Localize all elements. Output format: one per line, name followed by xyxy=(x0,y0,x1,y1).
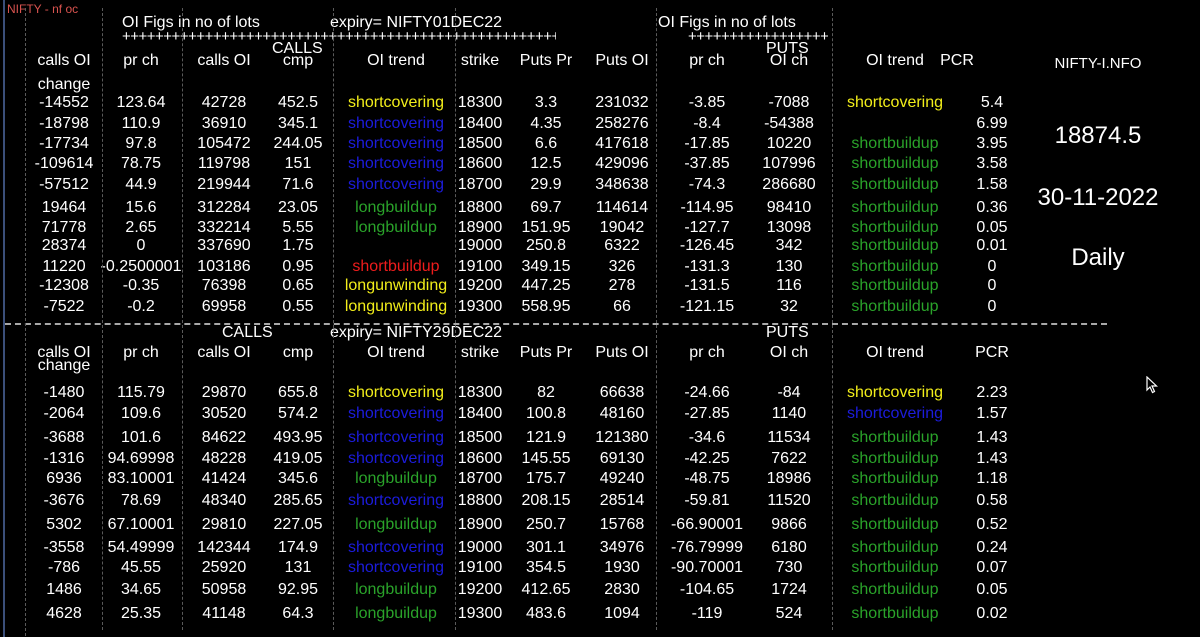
s2-cell-pcr: 0.07 xyxy=(976,559,1008,576)
column-separator xyxy=(656,330,657,630)
column-separator xyxy=(455,330,456,630)
s1-cell-pcr: 3.58 xyxy=(976,155,1008,172)
s2-cell-oi-ch: 730 xyxy=(775,559,803,576)
s2-cell-puts-oi-trend: shortbuildup xyxy=(851,470,939,487)
s1-cell-oi-ch: 13098 xyxy=(766,219,812,236)
s1-cell-oi-ch: -7088 xyxy=(768,94,810,111)
s1-cell-pcr: 0 xyxy=(987,298,997,315)
s1-cell-puts-oi-trend: shortbuildup xyxy=(851,237,939,254)
s2-cell-puts-oi-trend: shortbuildup xyxy=(851,516,939,533)
s2-cell-oi-ch: 11520 xyxy=(767,492,811,509)
s1-cell-cmp: 1.75 xyxy=(282,237,314,254)
s2-cell-puts-oi-trend: shortbuildup xyxy=(851,539,939,556)
s2-cell-puts-oi-trend: shortbuildup xyxy=(851,581,939,598)
s1-cell-pcr: 1.58 xyxy=(976,176,1008,193)
s2-cell-oi-ch: 524 xyxy=(775,605,803,622)
s2-cell-oi-ch: 7622 xyxy=(771,450,807,467)
s2-cell-pcr: 0.02 xyxy=(976,605,1008,622)
s2-puts-label: PUTS xyxy=(766,324,809,341)
s1-cell-puts-oi-trend: shortbuildup xyxy=(851,155,939,172)
column-separator xyxy=(182,330,183,630)
s2-cell-oi-ch: 6180 xyxy=(771,539,807,556)
s2-cell-pcr: 1.18 xyxy=(976,470,1008,487)
s2-cell-puts-oi-trend: shortbuildup xyxy=(851,450,939,467)
s2-header-change: change xyxy=(37,357,91,374)
s1-cell-oi-ch: 286680 xyxy=(762,176,816,193)
s2-cell-oi-ch: 18986 xyxy=(766,470,812,487)
column-separator xyxy=(333,330,334,630)
s2-header-pcr: PCR xyxy=(975,344,1009,361)
s1-cell-pcr: 0.05 xyxy=(976,219,1008,236)
s1-plus-divider-left: ++++++++++++++++++++++++++++++++++++++++… xyxy=(122,30,556,44)
s1-cell-oi-ch: 130 xyxy=(775,258,803,275)
section-divider xyxy=(5,323,1107,325)
column-separator xyxy=(102,8,103,328)
s1-cell-oi-ch: -54388 xyxy=(764,115,814,132)
s2-cell-puts-oi-trend: shortbuildup xyxy=(851,605,939,622)
s2-cell-pcr: 0.58 xyxy=(976,492,1008,509)
s2-cell-oi-ch: 9866 xyxy=(771,516,807,533)
s2-cell-puts-oi-trend: shortcovering xyxy=(846,384,944,401)
column-separator xyxy=(182,8,183,328)
s2-cell-pcr: 1.57 xyxy=(976,405,1008,422)
s1-cell-pcr: 0 xyxy=(987,258,997,275)
s1-cell-puts-oi-trend: shortbuildup xyxy=(851,176,939,193)
s1-cell-pcr: 0 xyxy=(987,277,997,294)
s2-cell-puts-oi-trend: shortbuildup xyxy=(851,559,939,576)
s1-cell-puts-oi-trend: shortcovering xyxy=(846,94,944,111)
s1-cell-pcr: 0.01 xyxy=(976,237,1008,254)
s2-header-puts-oi-trend: OI trend xyxy=(866,344,924,361)
column-separator xyxy=(333,8,334,328)
window-left-border xyxy=(3,0,5,637)
s1-cell-pcr: 5.4 xyxy=(980,94,1004,111)
s2-cell-oi-ch: 1140 xyxy=(771,405,807,422)
s1-cell-pcr: 0.36 xyxy=(976,199,1008,216)
s2-cell-oi-ch: -84 xyxy=(777,384,801,401)
s2-cell-pcr: 1.43 xyxy=(976,429,1008,446)
column-separator xyxy=(832,8,833,328)
s2-cell-pcr: 1.43 xyxy=(976,450,1008,467)
column-separator xyxy=(656,8,657,328)
s2-cell-pcr: 0.24 xyxy=(976,539,1008,556)
s2-calls-label: CALLS xyxy=(222,324,273,341)
s1-cell-pcr: 6.99 xyxy=(976,115,1008,132)
s1-cell-puts-oi-trend: shortbuildup xyxy=(851,298,939,315)
s1-cell-oi-ch: 342 xyxy=(775,237,803,254)
s1-cell-oi-ch: 116 xyxy=(776,277,802,294)
option-chain-window: NIFTY - nf oc OI Figs in no of lots expi… xyxy=(0,0,1200,637)
s1-cell-oi-ch: 98410 xyxy=(766,199,812,216)
s2-cell-pcr: 2.23 xyxy=(976,384,1008,401)
s2-cell-oi-ch: 1724 xyxy=(771,581,807,598)
timeframe-label: Daily xyxy=(1071,244,1125,271)
column-separator xyxy=(455,8,456,328)
column-separator xyxy=(832,330,833,630)
s2-cell-puts-oi-trend: shortbuildup xyxy=(851,429,939,446)
mouse-pointer-icon xyxy=(1146,375,1159,399)
s1-cell-puts-oi-trend: shortbuildup xyxy=(851,199,939,216)
s2-cell-puts-oi-trend: shortcovering xyxy=(846,405,944,422)
instrument-symbol: NIFTY-I.NFO xyxy=(1054,55,1142,72)
column-separator xyxy=(25,8,26,636)
instrument-date: 30-11-2022 xyxy=(1037,184,1159,211)
s2-cell-pcr: 0.52 xyxy=(976,516,1008,533)
window-title: NIFTY - nf oc xyxy=(7,2,79,16)
s2-cell-puts-oi-trend: shortbuildup xyxy=(851,492,939,509)
s2-header-oi-ch: OI ch xyxy=(769,344,809,361)
s1-header-pcr: PCR xyxy=(940,52,974,69)
instrument-price: 18874.5 xyxy=(1054,122,1142,149)
s1-header-oi-ch: OI ch xyxy=(769,52,809,69)
s1-cell-puts-oi-trend: shortbuildup xyxy=(851,135,939,152)
s1-cell-oi-ch: 32 xyxy=(780,298,798,315)
s2-cell-pcr: 0.05 xyxy=(976,581,1008,598)
s1-cell-puts-oi-trend: shortbuildup xyxy=(851,258,939,275)
s1-cell-pcr: 3.95 xyxy=(976,135,1008,152)
s1-cell-oi-ch: 10220 xyxy=(766,135,812,152)
s1-cell-oi-ch: 107996 xyxy=(762,155,816,172)
s1-cell-puts-oi-trend: shortbuildup xyxy=(851,219,939,236)
column-separator xyxy=(102,330,103,630)
s1-header-change: change xyxy=(37,76,91,93)
s1-cell-puts-oi-trend: shortbuildup xyxy=(851,277,939,294)
s2-cell-oi-ch: 11534 xyxy=(767,429,811,446)
s2-expiry: expiry= NIFTY29DEC22 xyxy=(330,324,503,341)
